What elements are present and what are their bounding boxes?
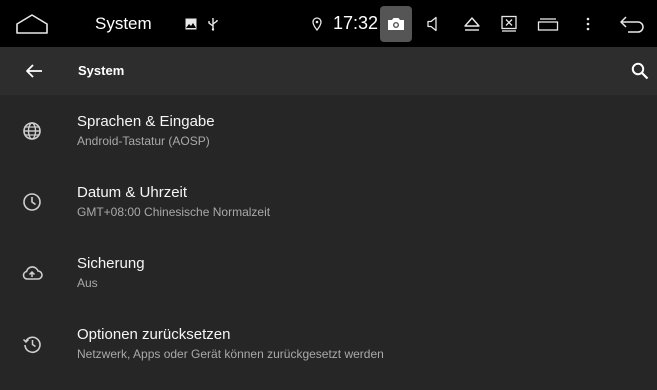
settings-item-subtitle: GMT+08:00 Chinesische Normalzeit [77, 205, 271, 219]
status-bar: System 17:32 [0, 0, 657, 47]
settings-item-date-time[interactable]: Datum & Uhrzeit GMT+08:00 Chinesische No… [0, 166, 657, 236]
settings-item-languages[interactable]: Sprachen & Eingabe Android-Tastatur (AOS… [0, 95, 657, 165]
status-bar-title: System [95, 14, 152, 33]
close-window-icon[interactable] [497, 0, 521, 47]
image-icon [183, 0, 199, 47]
settings-item-subtitle: Netzwerk, Apps oder Gerät können zurückg… [77, 347, 384, 361]
cloud-upload-icon [21, 262, 43, 284]
page-title: System [78, 63, 125, 78]
back-icon[interactable] [616, 0, 648, 47]
settings-item-backup[interactable]: Sicherung Aus [0, 237, 657, 307]
app-bar: System [0, 47, 657, 95]
settings-item-title: Optionen zurücksetzen [77, 326, 231, 343]
overflow-menu-icon[interactable] [582, 0, 594, 47]
clock-icon [21, 191, 43, 213]
globe-icon [21, 120, 43, 142]
location-pin-icon [310, 0, 324, 47]
settings-item-reset-options[interactable]: Optionen zurücksetzen Netzwerk, Apps ode… [0, 308, 657, 378]
recent-apps-icon[interactable] [535, 0, 561, 47]
settings-item-title: Sicherung [77, 255, 145, 272]
camera-icon[interactable] [384, 0, 408, 47]
home-icon[interactable] [14, 0, 50, 47]
settings-list: Sprachen & Eingabe Android-Tastatur (AOS… [0, 95, 657, 390]
settings-item-title: Datum & Uhrzeit [77, 184, 188, 201]
volume-icon[interactable] [422, 0, 444, 47]
settings-item-subtitle: Aus [77, 276, 98, 290]
settings-item-title: Sprachen & Eingabe [77, 113, 215, 130]
usb-icon [205, 0, 221, 47]
search-icon[interactable] [628, 47, 652, 95]
clock-time: 17:32 [333, 13, 379, 33]
arrow-back-icon[interactable] [22, 47, 46, 95]
eject-icon[interactable] [460, 0, 484, 47]
settings-item-subtitle: Android-Tastatur (AOSP) [77, 134, 210, 148]
history-icon [21, 333, 43, 355]
